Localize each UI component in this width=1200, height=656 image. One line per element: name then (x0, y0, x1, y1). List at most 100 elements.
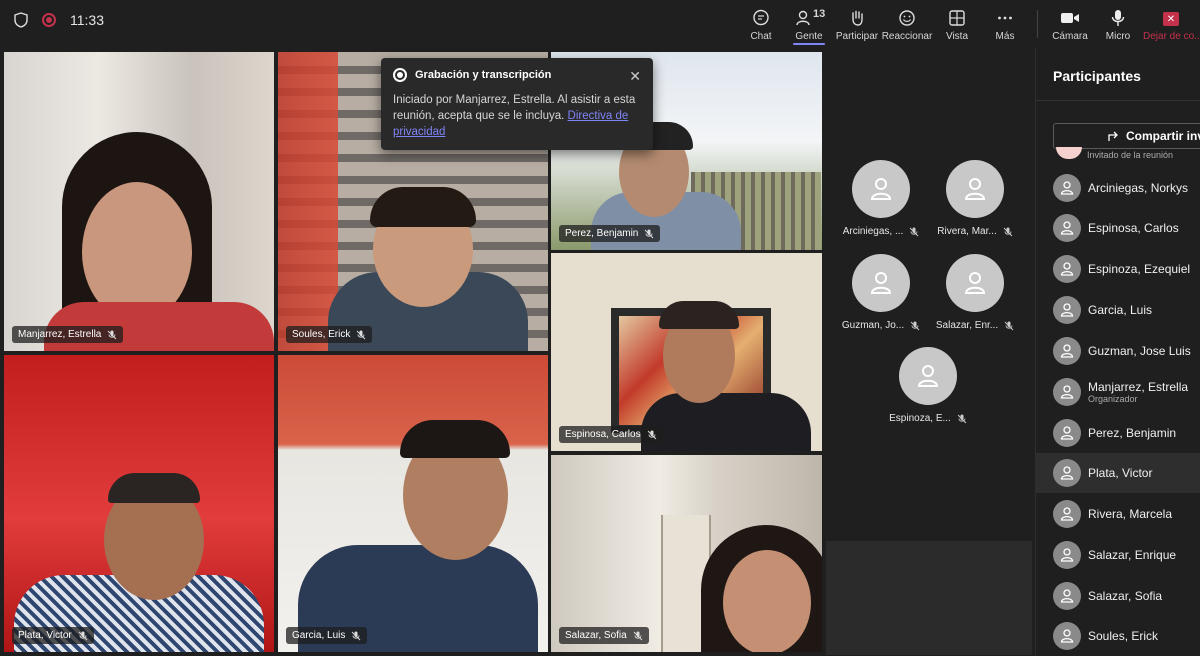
participant-row[interactable]: Salazar, Sofia (1036, 576, 1200, 616)
avatar (1053, 541, 1081, 569)
tile-name-label: Garcia, Luis (286, 627, 368, 644)
participant-name: Salazar, Enr... (935, 320, 999, 331)
audio-participant-tile[interactable]: Salazar, Enr... (920, 254, 1030, 331)
mic-off-icon (910, 321, 920, 330)
notification-title: Grabación y transcripción (415, 69, 552, 81)
more-label: Más (995, 31, 1015, 42)
meeting-toolbar: 11:33 Chat 13 Gente Participar Reacciona… (0, 0, 1200, 48)
audio-participant-tile[interactable]: Rivera, Mar... (920, 160, 1030, 237)
participant-name: Arciniegas, Norkys (1088, 181, 1189, 195)
more-icon (998, 16, 1012, 20)
avatar (1053, 378, 1081, 406)
person-icon (870, 272, 892, 294)
mic-off-icon (1004, 321, 1014, 330)
chat-button[interactable]: Chat (737, 0, 785, 48)
people-label: Gente (795, 31, 823, 42)
participant-row[interactable]: Rivera, Marcela (1036, 494, 1200, 534)
close-icon[interactable]: ✕ (629, 68, 641, 85)
mic-off-icon (957, 414, 967, 423)
video-tile-salazar-sofia[interactable]: Salazar, Sofia (551, 455, 822, 652)
participant-name: Guzman, Jo... (841, 320, 905, 331)
participant-name: Guzman, Jose Luis (1088, 344, 1191, 358)
video-tile-plata[interactable]: Plata, Victor (4, 355, 274, 652)
mic-off-icon (357, 330, 366, 339)
avatar (1053, 214, 1081, 242)
avatar (852, 254, 910, 312)
audio-participants: Arciniegas, ... Rivera, Mar... Guzman, J… (826, 50, 1032, 540)
camera-button[interactable]: Cámara (1046, 0, 1094, 48)
chat-icon (753, 9, 769, 26)
participant-name: Espinoza, Ezequiel (1088, 262, 1191, 276)
recording-icon (393, 68, 407, 82)
notification-body: Iniciado por Manjarrez, Estrella. Al asi… (393, 92, 641, 140)
shield-icon (14, 12, 28, 28)
participant-row[interactable]: Soules, Erick (1036, 616, 1200, 656)
share-invite-button[interactable]: Compartir inv (1053, 123, 1200, 149)
view-label: Vista (945, 31, 969, 42)
participant-row[interactable]: Guzman, Jose Luis (1036, 331, 1200, 371)
share-icon (1108, 131, 1118, 141)
share-invite-label: Compartir inv (1126, 129, 1200, 143)
person-icon (1060, 466, 1074, 480)
participant-name: Espinosa, Carlos (1088, 221, 1179, 235)
react-button[interactable]: Reaccionar (881, 0, 933, 48)
avatar (946, 254, 1004, 312)
mic-button[interactable]: Micro (1094, 0, 1142, 48)
avatar (1053, 419, 1081, 447)
avatar (852, 160, 910, 218)
participants-panel: Participantes Compartir inv Invitado de … (1035, 48, 1200, 655)
meeting-status: 11:33 (14, 12, 104, 28)
tile-name-label: Plata, Victor (12, 627, 94, 644)
view-button[interactable]: Vista (933, 0, 981, 48)
people-count: 13 (813, 8, 826, 20)
raise-hand-label: Participar (835, 31, 879, 42)
participant-role: Organizador (1088, 394, 1138, 404)
person-icon (964, 272, 986, 294)
avatar (1053, 622, 1081, 650)
avatar (946, 160, 1004, 218)
person-icon (870, 178, 892, 200)
recording-icon (42, 13, 56, 27)
person-icon (1060, 221, 1074, 235)
participant-row[interactable]: Manjarrez, Estrella Organizador (1036, 372, 1200, 412)
participant-name: Manjarrez, Estrella (1088, 380, 1189, 394)
avatar (1053, 582, 1081, 610)
tile-name: Plata, Victor (18, 630, 72, 641)
audio-participant-tile[interactable]: Espinoza, E... (873, 347, 983, 424)
person-icon (1060, 262, 1074, 276)
people-button[interactable]: 13 Gente (785, 0, 833, 48)
people-icon (796, 10, 810, 26)
guest-section-label: Invitado de la reunión (1087, 150, 1174, 160)
mic-off-icon (909, 227, 919, 236)
avatar (899, 347, 957, 405)
raise-hand-button[interactable]: Participar (833, 0, 881, 48)
tile-name-label: Perez, Benjamin (559, 225, 661, 242)
mic-off-icon (108, 330, 117, 339)
avatar (1053, 459, 1081, 487)
stop-sharing-button[interactable]: ✕ Dejar de co... (1142, 0, 1200, 48)
tile-name: Espinosa, Carlos (565, 429, 641, 440)
participant-name: Espinoza, E... (889, 413, 951, 424)
mic-off-icon (78, 631, 88, 640)
tile-name-label: Espinosa, Carlos (559, 426, 663, 443)
participant-row[interactable]: Arciniegas, Norkys (1036, 168, 1200, 208)
video-tile-garcia[interactable]: Garcia, Luis (278, 355, 548, 652)
participant-row[interactable]: Garcia, Luis (1036, 290, 1200, 330)
participant-row[interactable]: Salazar, Enrique (1036, 535, 1200, 575)
more-button[interactable]: Más (981, 0, 1029, 48)
video-tile-manjarrez[interactable]: Manjarrez, Estrella (4, 52, 274, 351)
participant-row[interactable]: Espinosa, Carlos (1036, 208, 1200, 248)
avatar (1053, 174, 1081, 202)
smile-icon (899, 10, 915, 26)
video-tile-espinosa[interactable]: Espinosa, Carlos (551, 253, 822, 451)
participant-name: Salazar, Enrique (1088, 548, 1177, 562)
participant-name: Rivera, Mar... (937, 226, 997, 237)
hand-icon (852, 10, 863, 26)
person-icon (1060, 629, 1074, 643)
participant-row[interactable]: Espinoza, Ezequiel (1036, 249, 1200, 289)
person-icon (1060, 426, 1074, 440)
participant-row[interactable]: Plata, Victor (1036, 453, 1200, 493)
tile-name: Soules, Erick (292, 329, 351, 340)
participant-name: Garcia, Luis (1088, 303, 1153, 317)
participant-row[interactable]: Perez, Benjamin (1036, 413, 1200, 453)
